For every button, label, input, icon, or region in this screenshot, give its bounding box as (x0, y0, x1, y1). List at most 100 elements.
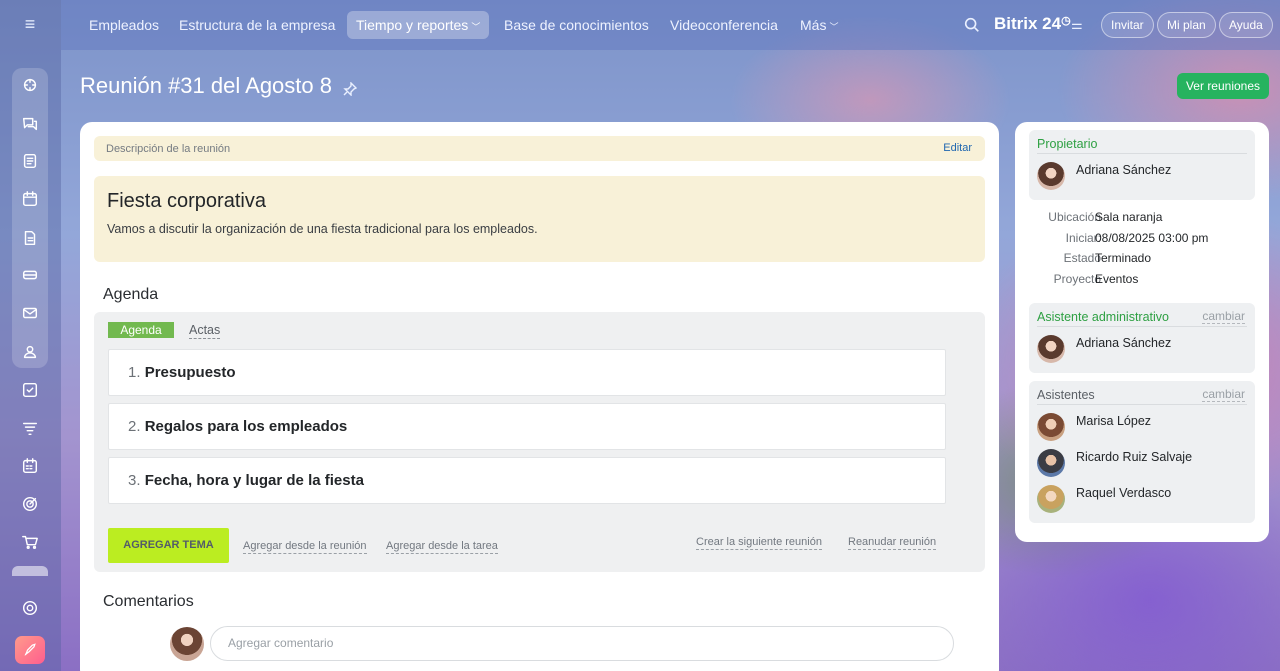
nav-tiempo-label: Tiempo y reportes (356, 17, 469, 33)
nav-videoconferencia[interactable]: Videoconferencia (661, 11, 787, 39)
edit-description-link[interactable]: Editar (943, 142, 972, 154)
chat-icon[interactable] (17, 111, 43, 137)
description-title: Fiesta corporativa (107, 190, 266, 212)
location-row: Ubicación Sala naranja (1015, 210, 1269, 226)
owner-label: Propietario (1037, 137, 1247, 154)
crm-funnel-icon[interactable] (17, 415, 43, 441)
avatar (170, 627, 204, 661)
tasks-icon[interactable] (17, 377, 43, 403)
avatar (1037, 485, 1065, 513)
comments-heading: Comentarios (103, 593, 194, 610)
document-icon[interactable] (17, 225, 43, 251)
top-navigation: Empleados Estructura de la empresa Tiemp… (61, 0, 1280, 50)
page-title: Reunión #31 del Agosto 8 (80, 73, 332, 98)
help-button[interactable]: Ayuda (1219, 12, 1273, 38)
agenda-item[interactable]: 2. Regalos para los empleados (108, 403, 946, 450)
avatar (1037, 449, 1065, 477)
owner-block: Propietario Adriana Sánchez (1029, 130, 1255, 200)
agenda-item-number: 3. (128, 472, 141, 489)
mail-icon[interactable] (17, 300, 43, 326)
settings-icon[interactable] (17, 595, 43, 621)
agenda-item[interactable]: 3. Fecha, hora y lugar de la fiesta (108, 457, 946, 504)
nav-mas-label: Más (800, 17, 827, 33)
attendee-name[interactable]: Marisa López (1076, 414, 1151, 428)
agenda-item-name: Regalos para los empleados (144, 418, 348, 435)
nav-empleados[interactable]: Empleados (80, 11, 168, 39)
change-assistant-link[interactable]: cambiar (1202, 310, 1245, 324)
comment-input[interactable]: Agregar comentario (210, 626, 954, 661)
avatar (1037, 413, 1065, 441)
add-topic-button[interactable]: AGREGAR TEMA (108, 528, 229, 563)
assistant-label: Asistente administrativo (1037, 310, 1170, 324)
add-from-meeting-link[interactable]: Agregar desde la reunión (243, 539, 367, 554)
agenda-item[interactable]: 1. Presupuesto (108, 349, 946, 396)
start-value: 08/08/2025 03:00 pm (1095, 231, 1209, 245)
change-attendees-link[interactable]: cambiar (1202, 388, 1245, 402)
assistant-header: Asistente administrativo cambiar (1037, 310, 1247, 327)
target-icon[interactable] (17, 491, 43, 517)
my-plan-button[interactable]: Mi plan (1157, 12, 1216, 38)
feed-icon[interactable] (17, 148, 43, 174)
clock-icon: ◷ (1061, 15, 1071, 27)
location-label: Ubicación (1048, 210, 1101, 224)
project-value: Eventos (1095, 272, 1139, 286)
agenda-item-number: 2. (128, 418, 141, 435)
nav-mas[interactable]: Más ﹀ (791, 11, 847, 39)
attendee-name[interactable]: Raquel Verdasco (1076, 486, 1171, 500)
search-icon[interactable] (963, 16, 981, 34)
chevron-down-icon: ﹀ (471, 22, 481, 32)
drive-icon[interactable] (17, 262, 43, 288)
description-text: Vamos a discutir la organización de una … (107, 222, 538, 236)
planner-icon[interactable] (17, 453, 43, 479)
avatar (1037, 162, 1065, 190)
description-box: Fiesta corporativa Vamos a discutir la o… (94, 176, 985, 262)
agenda-item-name: Fecha, hora y lugar de la fiesta (144, 472, 364, 489)
attendees-header: Asistentes cambiar (1037, 388, 1247, 405)
resume-meeting-link[interactable]: Reanudar reunión (848, 535, 937, 550)
nav-base-conocimientos[interactable]: Base de conocimientos (495, 11, 658, 39)
brand-logo[interactable]: Bitrix 24◷ (994, 14, 1071, 34)
add-from-task-link[interactable]: Agregar desde la tarea (386, 539, 498, 554)
description-header: Descripción de la reunión Editar (94, 136, 985, 161)
brand-name: Bitrix 24 (994, 14, 1062, 33)
nav-estructura[interactable]: Estructura de la empresa (170, 11, 344, 39)
chevron-down-icon: ﹀ (829, 22, 839, 32)
meeting-details-panel: Propietario Adriana Sánchez Ubicación Sa… (1015, 122, 1269, 542)
cart-icon[interactable] (17, 529, 43, 555)
nav-tiempo-y-reportes[interactable]: Tiempo y reportes ﹀ (347, 11, 490, 39)
owner-name[interactable]: Adriana Sánchez (1076, 163, 1171, 177)
tab-agenda[interactable]: Agenda (108, 322, 174, 338)
left-sidebar: ≡ (0, 0, 61, 671)
agenda-item-number: 1. (128, 364, 141, 381)
menu-icon[interactable]: ≡ (20, 15, 40, 33)
start-row: Iniciar: 08/08/2025 03:00 pm (1015, 231, 1269, 247)
tab-actas[interactable]: Actas (189, 322, 221, 339)
project-label: Proyecto (1053, 272, 1101, 286)
groups-icon[interactable] (17, 339, 43, 365)
attendee-name[interactable]: Ricardo Ruiz Salvaje (1076, 450, 1192, 464)
pin-icon[interactable] (343, 81, 358, 97)
assistant-block: Asistente administrativo cambiar Adriana… (1029, 303, 1255, 373)
agenda-heading: Agenda (103, 286, 159, 303)
location-value: Sala naranja (1095, 210, 1163, 224)
rocket-icon[interactable] (15, 636, 45, 664)
description-label: Descripción de la reunión (106, 143, 231, 155)
owner-label-text: Propietario (1037, 137, 1098, 151)
assistant-name[interactable]: Adriana Sánchez (1076, 336, 1171, 350)
view-meetings-button[interactable]: Ver reuniones (1177, 73, 1269, 99)
attendees-label: Asistentes (1037, 388, 1095, 402)
calendar-icon[interactable] (17, 186, 43, 212)
meeting-card: Descripción de la reunión Editar Fiesta … (80, 122, 999, 671)
agenda-item-name: Presupuesto (144, 364, 236, 381)
sidebar-active-indicator (12, 566, 48, 576)
status-value: Terminado (1095, 251, 1152, 265)
status-row: Estado Terminado (1015, 251, 1269, 267)
project-row: Proyecto Eventos (1015, 272, 1269, 288)
filters-icon[interactable]: ⚌ (1071, 17, 1083, 33)
activity-icon[interactable] (17, 72, 43, 98)
agenda-panel: Agenda Actas 1. Presupuesto 2. Regalos p… (94, 312, 985, 572)
create-next-meeting-link[interactable]: Crear la siguiente reunión (696, 535, 822, 550)
invite-button[interactable]: Invitar (1101, 12, 1154, 38)
attendees-block: Asistentes cambiar Marisa López Ricardo … (1029, 381, 1255, 523)
avatar (1037, 335, 1065, 363)
